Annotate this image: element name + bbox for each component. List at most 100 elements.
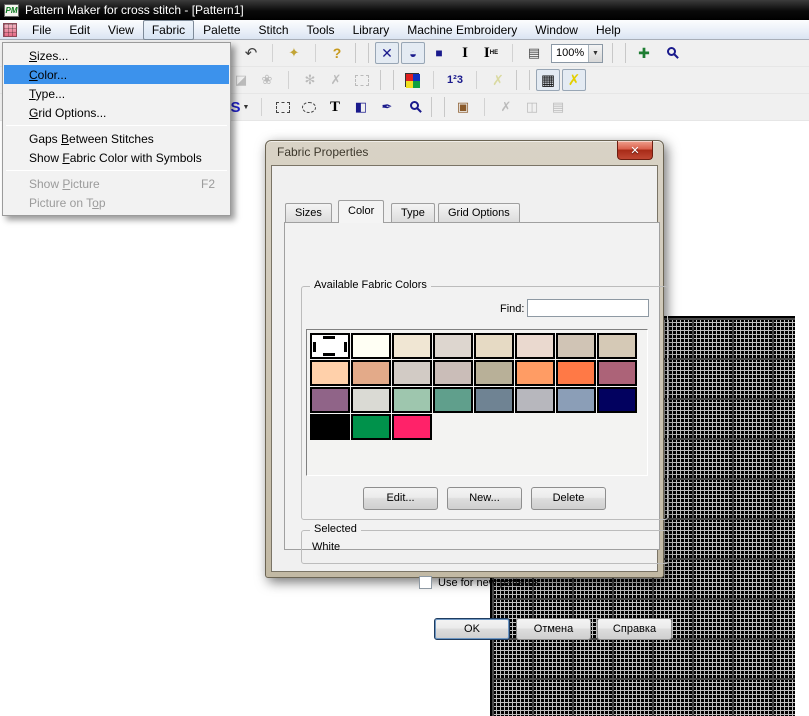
zoom-combobox[interactable]: 100%▼ [551,44,603,63]
show-stitches-icon[interactable]: ✗ [562,69,586,91]
fabric-color-swatch[interactable] [515,333,555,359]
menubar-item-file[interactable]: File [23,20,60,40]
palette-colors-icon[interactable] [400,69,424,91]
partial-stitch-icon: ✗ [324,69,348,91]
show-grid-icon[interactable]: ▦ [536,69,560,91]
toolbar-separator [288,71,297,89]
backstitch-icon[interactable]: I [453,42,477,64]
use-for-new-patterns-row: Use for new patterns [419,576,540,589]
tab-grid-options[interactable]: Grid Options [438,203,520,222]
fabric-color-swatch[interactable] [474,333,514,359]
fabric-color-swatch[interactable] [474,360,514,386]
help-button[interactable]: Справка [597,618,672,640]
fabric-color-swatch[interactable] [597,387,637,413]
fabric-color-swatch[interactable] [433,333,473,359]
fabric-menu-item-gaps-between-stitches[interactable]: Gaps Between Stitches [4,129,229,148]
toolbar-separator [433,71,442,89]
stitch-style-button[interactable]: S▼ [228,96,252,118]
tab-type[interactable]: Type [391,203,435,222]
menu-separator [6,170,227,171]
fabric-color-swatch[interactable] [474,387,514,413]
fabric-color-swatch[interactable] [597,360,637,386]
fabric-color-swatch[interactable] [310,387,350,413]
help-icon[interactable]: ? [325,42,349,64]
insert-picture-icon[interactable]: ✦ [282,42,306,64]
fabric-menu-item-grid-options[interactable]: Grid Options... [4,103,229,122]
menubar-item-view[interactable]: View [99,20,143,40]
petite-stitch-icon[interactable]: ■ [427,42,451,64]
fill-tool-icon[interactable]: ◧ [349,96,373,118]
use-for-new-patterns-checkbox[interactable] [419,576,432,589]
app-icon: PM [4,4,19,17]
tab-color[interactable]: Color [338,200,384,223]
fabric-color-swatch[interactable] [556,333,596,359]
combobox-dropdown-icon[interactable]: ▼ [588,45,602,62]
menubar-item-fabric[interactable]: Fabric [143,20,194,40]
zoom-question-icon[interactable] [658,42,682,64]
fabric-color-swatch[interactable] [433,387,473,413]
fabric-color-swatch[interactable] [392,414,432,440]
fabric-color-swatch[interactable] [433,360,473,386]
pattern-document-icon[interactable] [3,23,17,37]
menubar-item-machine-embroidery[interactable]: Machine Embroidery [398,20,526,40]
menubar: FileEditViewFabricPaletteStitchToolsLibr… [0,20,809,40]
menubar-item-tools[interactable]: Tools [298,20,344,40]
fabric-menu-item-sizes[interactable]: Sizes... [4,46,229,65]
fabric-color-swatch[interactable] [392,387,432,413]
fabric-color-swatch[interactable] [515,360,555,386]
fabric-color-swatch[interactable] [351,414,391,440]
fabric-color-swatch[interactable] [392,360,432,386]
menubar-item-window[interactable]: Window [526,20,587,40]
zoom-tool-icon[interactable] [401,96,425,118]
toolbar-group-separator [431,97,445,117]
find-input[interactable] [527,299,649,317]
full-cross-stitch-icon[interactable]: ✕ [375,42,399,64]
fabric-color-swatch[interactable] [351,360,391,386]
fabric-color-swatch[interactable] [310,360,350,386]
zoom-value: 100% [552,47,588,59]
toolbar-group-separator [516,70,530,90]
menubar-item-stitch[interactable]: Stitch [250,20,298,40]
fabric-color-swatch[interactable] [351,387,391,413]
cancel-button[interactable]: Отмена [516,618,591,640]
fabric-color-swatch[interactable] [556,360,596,386]
fabric-color-swatch[interactable] [515,387,555,413]
fabric-color-swatch-selected[interactable] [310,333,350,359]
use-for-new-patterns-label: Use for new patterns [438,577,540,589]
edit-button[interactable]: Edit... [363,487,438,510]
fabric-color-swatch[interactable] [392,333,432,359]
fabric-menu-item-show-fabric-color-with-symbols[interactable]: Show Fabric Color with Symbols [4,148,229,167]
special-stitch-icon[interactable]: IHE [479,42,503,64]
view-symbols-icon[interactable]: 1²3 [443,69,467,91]
fabric-color-swatch[interactable] [310,414,350,440]
floss-usage-icon[interactable]: ▤ [522,42,546,64]
delete-button[interactable]: Delete [531,487,606,510]
fabric-color-swatch[interactable] [556,387,596,413]
undo-icon[interactable]: ↶ [239,42,263,64]
delete-stitch-icon: ✻ [298,69,322,91]
rectangle-select-icon[interactable] [271,96,295,118]
fabric-properties-dialog: Fabric Properties ✕ SizesColorTypeGrid O… [265,140,664,578]
app-icon-text: PM [6,6,18,15]
available-fabric-colors-label: Available Fabric Colors [310,279,431,291]
fabric-menu-item-color[interactable]: Color... [4,65,229,84]
menubar-item-help[interactable]: Help [587,20,630,40]
fabric-color-swatch[interactable] [597,333,637,359]
menubar-item-library[interactable]: Library [344,20,399,40]
library-window-icon[interactable]: ▣ [451,96,475,118]
half-stitch-icon[interactable]: ◒ [401,42,425,64]
new-button[interactable]: New... [447,487,522,510]
window-title: Pattern Maker for cross stitch - [Patter… [25,3,244,17]
eyedropper-icon[interactable]: ✒ [375,96,399,118]
ellipse-select-icon[interactable] [297,96,321,118]
menubar-item-palette[interactable]: Palette [194,20,249,40]
fit-to-window-icon[interactable]: ✚ [632,42,656,64]
fabric-menu-item-type[interactable]: Type... [4,84,229,103]
text-tool-icon[interactable]: T [323,96,347,118]
highlight-stitches-icon: ✗ [486,69,510,91]
ok-button[interactable]: OK [434,618,510,640]
close-button[interactable]: ✕ [617,141,653,160]
fabric-color-swatch[interactable] [351,333,391,359]
menubar-item-edit[interactable]: Edit [60,20,99,40]
tab-sizes[interactable]: Sizes [285,203,332,222]
